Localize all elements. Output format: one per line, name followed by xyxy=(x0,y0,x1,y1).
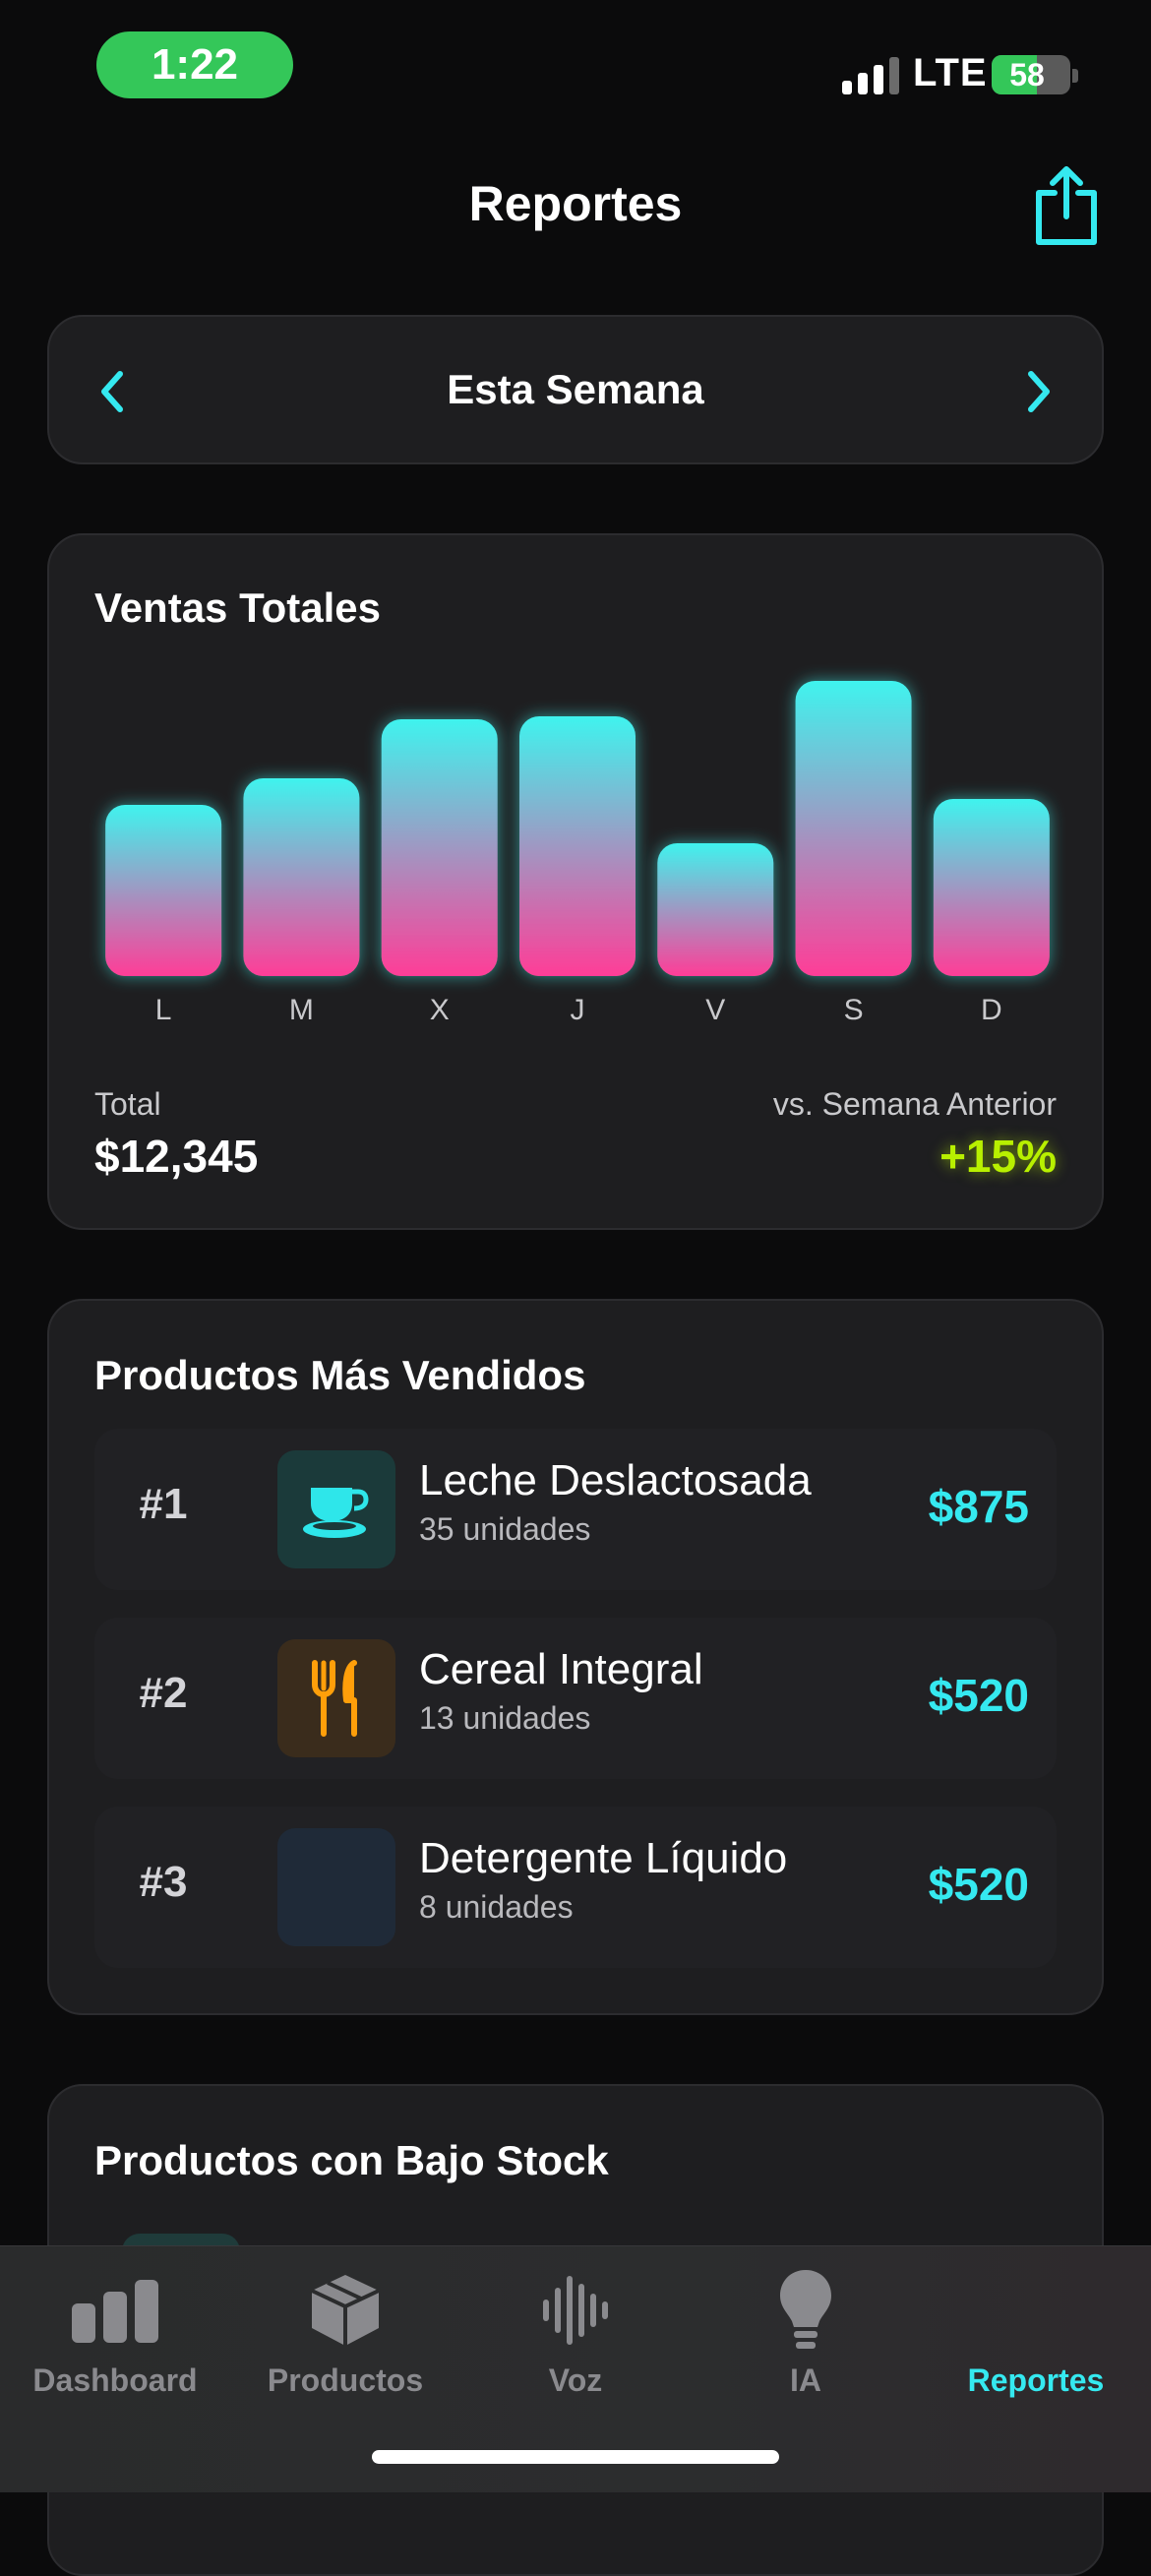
product-rank: #2 xyxy=(139,1669,188,1717)
product-price: $520 xyxy=(928,1670,1029,1721)
chart-x-label: S xyxy=(844,994,864,1026)
sales-bar-chart: LMXJVSD xyxy=(105,681,1050,1026)
product-price: $520 xyxy=(928,1859,1029,1910)
chart-x-label: M xyxy=(289,994,314,1026)
tab-dashboard[interactable]: Dashboard xyxy=(0,2246,230,2414)
product-row[interactable]: #2 Cereal Integral 13 unidades $520 xyxy=(94,1618,1057,1779)
tab-label: IA xyxy=(790,2362,821,2398)
lightbulb-icon xyxy=(691,2266,921,2355)
chart-bar-D xyxy=(933,799,1050,976)
status-time[interactable]: 1:22 xyxy=(96,31,293,98)
tab-reportes[interactable]: Reportes xyxy=(921,2246,1151,2414)
reports-icon xyxy=(921,2266,1151,2355)
product-price: $875 xyxy=(928,1481,1029,1532)
fork-knife-icon xyxy=(277,1639,395,1757)
chart-x-label: X xyxy=(430,994,450,1026)
product-row[interactable]: #3 Detergente Líquido 8 unidades $520 xyxy=(94,1807,1057,1968)
product-rank: #1 xyxy=(139,1480,188,1528)
chart-x-label: D xyxy=(981,994,1002,1026)
low-stock-title: Productos con Bajo Stock xyxy=(94,2137,609,2183)
share-icon[interactable] xyxy=(1029,163,1104,248)
period-selector: Esta Semana xyxy=(47,315,1104,464)
tab-label: Dashboard xyxy=(32,2362,198,2398)
top-products-title: Productos Más Vendidos xyxy=(94,1352,586,1398)
tab-label: Reportes xyxy=(967,2362,1105,2398)
chart-bar-V xyxy=(657,843,774,976)
chart-bar-M xyxy=(243,778,360,976)
tab-label: Voz xyxy=(548,2362,603,2398)
page-title: Reportes xyxy=(468,176,683,231)
chevron-right-icon[interactable] xyxy=(1013,362,1062,421)
chart-x-label: L xyxy=(155,994,172,1026)
period-label: Esta Semana xyxy=(447,366,704,412)
battery-cap xyxy=(1072,69,1078,83)
tab-label: Productos xyxy=(267,2362,424,2398)
product-row[interactable]: #1 Leche Deslactosada 35 unidades $875 xyxy=(94,1429,1057,1590)
chart-bar-L xyxy=(105,805,222,976)
product-name: Cereal Integral xyxy=(419,1645,703,1693)
signal-icon xyxy=(842,57,899,94)
bar-chart-icon xyxy=(0,2266,230,2355)
product-units: 8 unidades xyxy=(419,1889,574,1925)
tab-voz[interactable]: Voz xyxy=(460,2246,691,2414)
tab-productos[interactable]: Productos xyxy=(230,2246,460,2414)
total-value: $12,345 xyxy=(94,1131,259,1182)
product-name: Leche Deslactosada xyxy=(419,1456,812,1504)
status-bar: 1:22 LTE 58 xyxy=(0,0,1151,118)
network-type: LTE xyxy=(913,51,988,94)
battery-percent: 58 xyxy=(1009,56,1045,92)
comparison-value: +15% xyxy=(939,1131,1057,1182)
home-indicator[interactable] xyxy=(372,2450,779,2464)
chart-bar-X xyxy=(381,719,498,976)
battery-icon: 58 xyxy=(992,55,1070,94)
top-products-card: Productos Más Vendidos #1 Leche Deslacto… xyxy=(47,1299,1104,2015)
box-icon xyxy=(230,2266,460,2355)
product-units: 35 unidades xyxy=(419,1511,591,1547)
product-units: 13 unidades xyxy=(419,1700,591,1736)
product-rank: #3 xyxy=(139,1858,188,1906)
sales-card: Ventas Totales LMXJVSD Total $12,345 vs.… xyxy=(47,533,1104,1230)
chart-bar-J xyxy=(519,716,636,976)
blank-icon xyxy=(277,1828,395,1946)
product-name: Detergente Líquido xyxy=(419,1834,788,1882)
chart-bar-S xyxy=(795,681,912,976)
tab-ia[interactable]: IA xyxy=(691,2246,921,2414)
waveform-icon xyxy=(460,2266,691,2355)
coffee-cup-icon xyxy=(277,1450,395,1568)
total-label: Total xyxy=(94,1086,161,1122)
chart-x-label: J xyxy=(571,994,585,1026)
chart-x-label: V xyxy=(705,994,725,1026)
comparison-label: vs. Semana Anterior xyxy=(772,1086,1057,1122)
